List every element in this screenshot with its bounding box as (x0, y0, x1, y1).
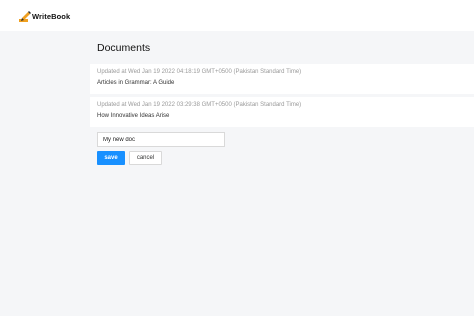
document-title[interactable]: Articles in Grammar: A Guide (97, 80, 174, 86)
new-document-input[interactable] (97, 132, 225, 147)
app-name: WriteBook (32, 12, 71, 21)
cancel-button[interactable]: cancel (129, 151, 162, 165)
page-title: Documents (97, 42, 151, 54)
document-title[interactable]: How Innovative Ideas Arise (97, 113, 169, 119)
pencil-icon (19, 11, 31, 22)
brand-logo[interactable]: WriteBook (19, 11, 70, 22)
document-updated-at: Updated at Wed Jan 19 2022 03:29:38 GMT+… (97, 102, 302, 108)
top-bar: WriteBook (0, 0, 474, 31)
document-item[interactable]: Updated at Wed Jan 19 2022 04:18:19 GMT+… (90, 64, 474, 94)
save-button[interactable]: save (97, 151, 125, 165)
document-updated-at: Updated at Wed Jan 19 2022 04:18:19 GMT+… (97, 69, 302, 75)
document-item[interactable]: Updated at Wed Jan 19 2022 03:29:38 GMT+… (90, 97, 474, 127)
